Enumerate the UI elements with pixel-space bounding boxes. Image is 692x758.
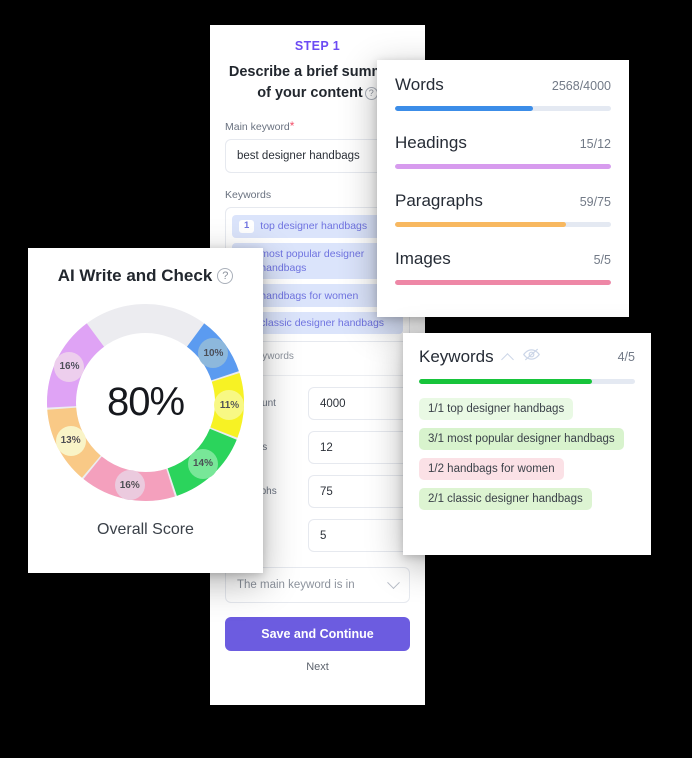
metric-header: Words 2568/4000 bbox=[395, 75, 611, 95]
metric-progress-fill bbox=[395, 222, 566, 227]
next-link[interactable]: Next bbox=[225, 661, 410, 673]
paragraphs-value: 75 bbox=[320, 486, 333, 498]
question-circle-icon[interactable]: ? bbox=[217, 268, 233, 284]
word-count-value: 4000 bbox=[320, 398, 346, 410]
main-keyword-value: best designer handbags bbox=[237, 150, 360, 162]
keyword-tag-count: 1 bbox=[239, 220, 254, 233]
images-input[interactable]: 5 bbox=[308, 519, 410, 552]
paragraphs-input[interactable]: 75 bbox=[308, 475, 410, 508]
metric-value: 59/75 bbox=[580, 195, 611, 209]
keywords-panel-title: Keywords bbox=[419, 347, 494, 367]
metric-progress-fill bbox=[395, 106, 533, 111]
overall-score-donut-chart: 80% 10%11%14%16%13%16% bbox=[43, 300, 248, 505]
list-item[interactable]: 2/1 classic designer handbags bbox=[419, 488, 592, 510]
list-item[interactable]: 1/1 top designer handbags bbox=[419, 398, 573, 420]
select-value: The main keyword is in bbox=[237, 579, 355, 591]
screenshot-stage: STEP 1 Describe a brief summary of your … bbox=[0, 0, 692, 758]
metric-header: Images 5/5 bbox=[395, 249, 611, 269]
content-metrics-card: Words 2568/4000 Headings 15/12 Paragraph… bbox=[377, 60, 629, 317]
donut-segment-label: 16% bbox=[115, 470, 145, 500]
keywords-panel-card: Keywords 4/5 1/1 top designer handbags 3… bbox=[403, 333, 651, 555]
metric-name: Headings bbox=[395, 133, 467, 153]
word-count-input[interactable]: 4000 bbox=[308, 387, 410, 420]
keyword-tag-text: classic designer handbags bbox=[260, 316, 384, 330]
metric-name: Words bbox=[395, 75, 444, 95]
keywords-panel-header: Keywords 4/5 bbox=[419, 347, 635, 367]
list-item[interactable]: 1/2 handbags for women bbox=[419, 458, 564, 480]
required-asterisk: * bbox=[290, 119, 295, 133]
metric-progress-track bbox=[395, 222, 611, 227]
keywords-list: 1/1 top designer handbags 3/1 most popul… bbox=[419, 398, 635, 510]
eye-off-icon[interactable] bbox=[523, 348, 540, 366]
metric-progress-fill bbox=[395, 280, 611, 285]
keywords-progress-track bbox=[419, 379, 635, 384]
donut-segment-label: 14% bbox=[188, 449, 218, 479]
metric-value: 15/12 bbox=[580, 137, 611, 151]
metric-row-images: Images 5/5 bbox=[395, 249, 611, 285]
overall-score-card: AI Write and Check? 80% 10%11%14%16%13%1… bbox=[28, 248, 263, 573]
donut-segment-label: 13% bbox=[56, 426, 86, 456]
metric-progress-track bbox=[395, 164, 611, 169]
score-card-footer: Overall Score bbox=[28, 521, 263, 539]
main-keyword-label-text: Main keyword bbox=[225, 121, 290, 133]
metric-row-words: Words 2568/4000 bbox=[395, 75, 611, 111]
score-card-title-text: AI Write and Check bbox=[58, 266, 213, 285]
chevron-up-icon[interactable] bbox=[503, 352, 514, 363]
metric-header: Headings 15/12 bbox=[395, 133, 611, 153]
headings-value: 12 bbox=[320, 442, 333, 454]
metric-name: Images bbox=[395, 249, 451, 269]
metric-header: Paragraphs 59/75 bbox=[395, 191, 611, 211]
headings-input[interactable]: 12 bbox=[308, 431, 410, 464]
score-card-title: AI Write and Check? bbox=[28, 266, 263, 286]
step-label: STEP 1 bbox=[225, 39, 410, 53]
metric-row-headings: Headings 15/12 bbox=[395, 133, 611, 169]
keywords-count: 4/5 bbox=[618, 350, 635, 364]
keyword-tag-text: most popular designer handbags bbox=[260, 247, 396, 275]
metric-value: 2568/4000 bbox=[552, 79, 611, 93]
metric-progress-track bbox=[395, 280, 611, 285]
metric-row-paragraphs: Paragraphs 59/75 bbox=[395, 191, 611, 227]
save-and-continue-button[interactable]: Save and Continue bbox=[225, 617, 410, 651]
metric-progress-track bbox=[395, 106, 611, 111]
keyword-tag-text: top designer handbags bbox=[260, 219, 367, 233]
chevron-down-icon bbox=[387, 576, 400, 589]
question-circle-icon[interactable]: ? bbox=[365, 87, 378, 100]
metric-progress-fill bbox=[395, 164, 611, 169]
keyword-tag-text: handbags for women bbox=[260, 289, 358, 303]
images-value: 5 bbox=[320, 530, 326, 542]
keywords-progress-fill bbox=[419, 379, 592, 384]
metric-value: 5/5 bbox=[594, 253, 611, 267]
metric-name: Paragraphs bbox=[395, 191, 483, 211]
list-item[interactable]: 3/1 most popular designer handbags bbox=[419, 428, 624, 450]
